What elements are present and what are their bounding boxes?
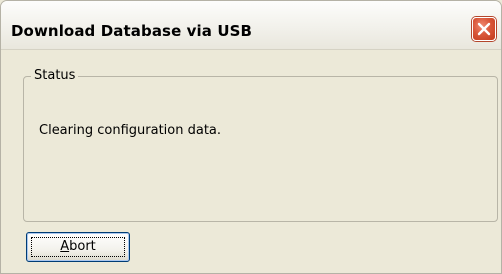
abort-button[interactable]: Abort (26, 232, 130, 262)
abort-label-rest: bort (69, 239, 96, 254)
abort-accelerator-key: A (60, 239, 70, 254)
window-title: Download Database via USB (11, 22, 253, 40)
status-groupbox (23, 76, 498, 222)
status-message: Clearing configuration data. (39, 123, 222, 138)
title-bar[interactable]: Download Database via USB (1, 1, 501, 50)
status-group-label: Status (31, 68, 79, 84)
close-icon (477, 22, 491, 36)
download-database-dialog: Download Database via USB Status Clearin… (0, 0, 502, 274)
abort-button-label: Abort (27, 239, 129, 255)
close-button[interactable] (472, 17, 496, 41)
